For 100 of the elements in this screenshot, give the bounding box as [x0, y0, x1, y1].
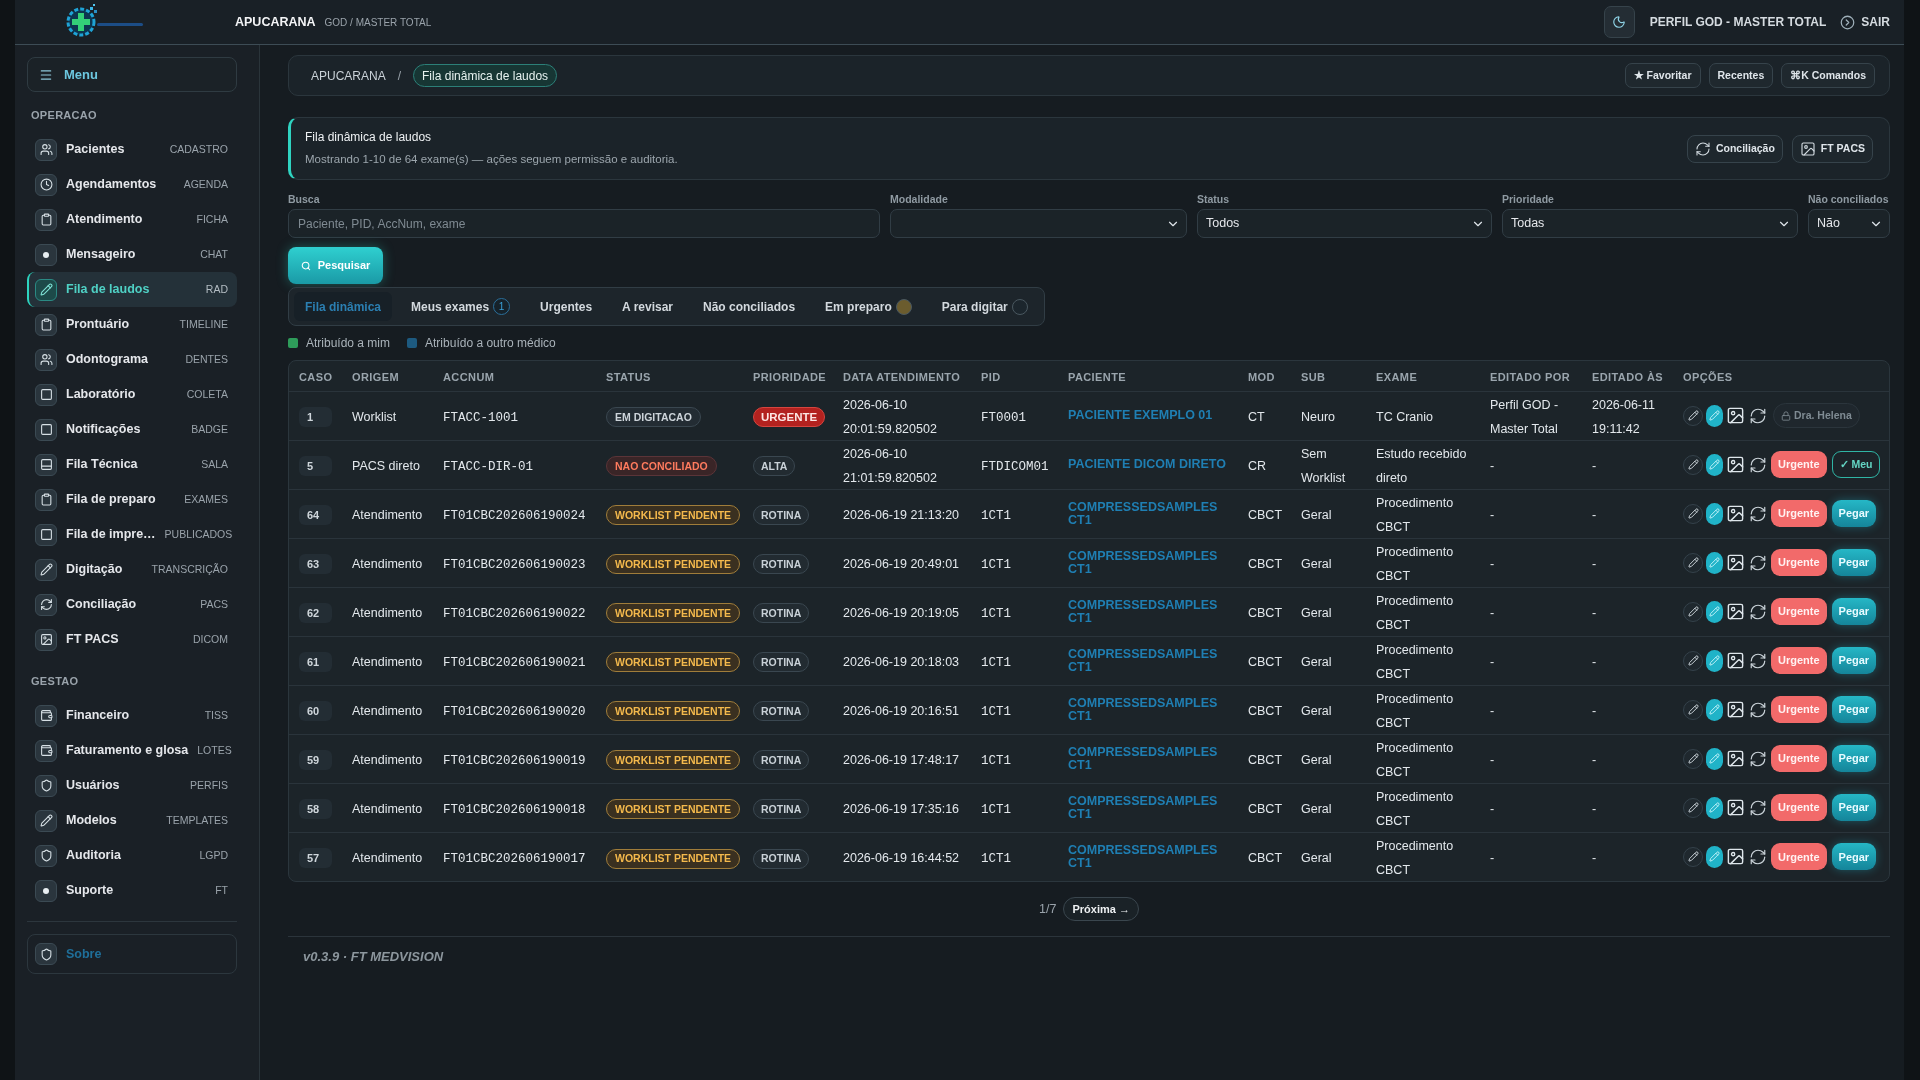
pencil-icon[interactable] [1706, 551, 1723, 574]
patient-name-link[interactable]: PACIENTE EXEMPLO 01 [1068, 409, 1213, 422]
patient-name-link[interactable]: COMPRESSEDSAMPLES CT1 [1068, 745, 1234, 772]
patient-name-link[interactable]: COMPRESSEDSAMPLES CT1 [1068, 843, 1234, 870]
exam-name: Procedimento CBCT [1376, 593, 1454, 632]
sidebar-item[interactable]: Prontuário TIMELINE [27, 307, 237, 342]
pencil-icon[interactable] [1706, 502, 1723, 525]
select-field[interactable]: Todos [1197, 209, 1492, 238]
refresh-icon[interactable] [1749, 455, 1767, 474]
refresh-icon[interactable] [1749, 602, 1767, 621]
select-field[interactable]: Não [1808, 209, 1890, 238]
patient-name-link[interactable]: PACIENTE DICOM DIRETO [1068, 458, 1226, 471]
pencil-icon[interactable] [1683, 405, 1703, 426]
tab[interactable]: A revisar [611, 292, 685, 321]
next-page-button[interactable]: Próxima → [1063, 897, 1139, 921]
image-icon[interactable] [1726, 749, 1745, 768]
pencil-icon[interactable] [1683, 552, 1703, 573]
patient-name-link[interactable]: COMPRESSEDSAMPLES CT1 [1068, 794, 1234, 821]
menu-button[interactable]: Menu [27, 57, 237, 92]
breadcrumb-link[interactable]: APUCARANA [311, 66, 386, 85]
tab[interactable]: Não conciliados [692, 292, 807, 321]
image-icon[interactable] [1726, 847, 1745, 867]
tab[interactable]: Fila dinâmica [294, 292, 393, 321]
refresh-icon[interactable] [1749, 847, 1767, 866]
refresh-icon[interactable] [1749, 798, 1767, 817]
patient-name-link[interactable]: COMPRESSEDSAMPLES CT1 [1068, 647, 1234, 674]
pencil-icon[interactable] [1683, 797, 1703, 818]
pencil-icon[interactable] [1683, 503, 1703, 524]
pencil-icon[interactable] [1683, 454, 1703, 475]
search-field[interactable]: Paciente, PID, AccNum, exame [288, 209, 880, 238]
pencil-icon[interactable] [1683, 601, 1703, 622]
pencil-icon[interactable] [1683, 748, 1703, 769]
select-field[interactable]: Todas [1502, 209, 1798, 238]
refresh-icon[interactable] [1749, 504, 1767, 523]
image-icon[interactable] [1726, 406, 1745, 425]
tab[interactable]: Meus exames 1 [400, 292, 522, 321]
patient-id: 1CT1 [981, 508, 1011, 523]
select-field[interactable] [890, 209, 1187, 238]
sidebar-item[interactable]: Fila de impre… PUBLICADOS [27, 517, 237, 552]
logout-button[interactable]: SAIR [1840, 13, 1890, 31]
sidebar-item[interactable]: Laboratório COLETA [27, 377, 237, 412]
notice-button[interactable]: Conciliação [1686, 134, 1783, 163]
image-icon[interactable] [1726, 651, 1745, 670]
pencil-icon[interactable] [1683, 699, 1703, 720]
sidebar-item[interactable]: Fila de preparo EXAMES [27, 482, 237, 517]
image-icon[interactable] [1726, 504, 1745, 523]
sidebar-item[interactable]: Faturamento e glosa LOTES [27, 733, 237, 768]
sidebar-item[interactable]: Auditoria LGPD [27, 838, 237, 873]
sidebar-item[interactable]: Pacientes CADASTRO [27, 132, 237, 167]
toolbar-button[interactable]: ★ Favoritar [1624, 63, 1701, 88]
pencil-icon[interactable] [1706, 796, 1723, 819]
pencil-icon[interactable] [1706, 453, 1723, 476]
tab[interactable]: Em preparo [814, 292, 923, 321]
sidebar-item[interactable]: Atendimento FICHA [27, 202, 237, 237]
profile-tag: GOD / MASTER TOTAL [324, 14, 432, 30]
refresh-icon[interactable] [1749, 651, 1767, 670]
toolbar-button[interactable]: Recentes [1708, 63, 1774, 88]
image-icon[interactable] [1726, 602, 1745, 621]
pencil-icon[interactable] [1706, 747, 1723, 770]
moon-icon[interactable] [1603, 6, 1635, 38]
patient-name-link[interactable]: COMPRESSEDSAMPLES CT1 [1068, 598, 1234, 625]
sidebar-item[interactable]: FT PACS DICOM [27, 622, 237, 657]
patient-name-link[interactable]: COMPRESSEDSAMPLES CT1 [1068, 549, 1234, 576]
pencil-icon[interactable] [1706, 649, 1723, 672]
pencil-icon[interactable] [1706, 698, 1723, 721]
sidebar-item[interactable]: Digitação TRANSCRIÇÃO [27, 552, 237, 587]
sidebar-item[interactable]: Notificações BADGE [27, 412, 237, 447]
sidebar-item[interactable]: Modelos TEMPLATES [27, 803, 237, 838]
toolbar-button[interactable]: ⌘K Comandos [1781, 63, 1875, 88]
sidebar-item[interactable]: Agendamentos AGENDA [27, 167, 237, 202]
refresh-icon[interactable] [1749, 406, 1767, 425]
tab[interactable]: Para digitar [930, 292, 1039, 321]
image-icon[interactable] [1726, 455, 1745, 474]
tab[interactable]: Urgentes [529, 292, 604, 321]
refresh-icon[interactable] [1749, 553, 1767, 572]
pencil-icon[interactable] [1706, 845, 1723, 868]
sidebar-item[interactable]: Odontograma DENTES [27, 342, 237, 377]
refresh-icon[interactable] [1749, 749, 1767, 768]
editor-name: - [1490, 654, 1495, 669]
pencil-icon[interactable] [1706, 600, 1723, 623]
image-icon[interactable] [1726, 798, 1745, 817]
sidebar-item[interactable]: Financeiro TISS [27, 698, 237, 733]
pencil-icon[interactable] [1706, 404, 1723, 427]
pencil-icon[interactable] [1683, 846, 1703, 867]
pencil-icon[interactable] [1683, 650, 1703, 671]
priority-badge: ROTINA [753, 799, 810, 820]
sidebar-item[interactable]: Fila Técnica SALA [27, 447, 237, 482]
edit-time: 2026-06-11 19:11:42 [1592, 397, 1655, 436]
notice-button[interactable]: FT PACS [1791, 134, 1873, 163]
image-icon[interactable] [1726, 553, 1745, 572]
image-icon[interactable] [1726, 700, 1745, 719]
sidebar-item[interactable]: Fila de laudos RAD [27, 272, 237, 307]
mine-button[interactable]: ✓ Meu [1831, 451, 1881, 478]
sidebar-item[interactable]: Conciliação PACS [27, 587, 237, 622]
refresh-icon[interactable] [1749, 700, 1767, 719]
patient-name-link[interactable]: COMPRESSEDSAMPLES CT1 [1068, 500, 1234, 527]
sidebar-item[interactable]: Usuários PERFIS [27, 768, 237, 803]
sidebar-item[interactable]: Suporte FT [27, 873, 237, 908]
sidebar-item[interactable]: Mensageiro CHAT [27, 237, 237, 272]
patient-name-link[interactable]: COMPRESSEDSAMPLES CT1 [1068, 696, 1234, 723]
